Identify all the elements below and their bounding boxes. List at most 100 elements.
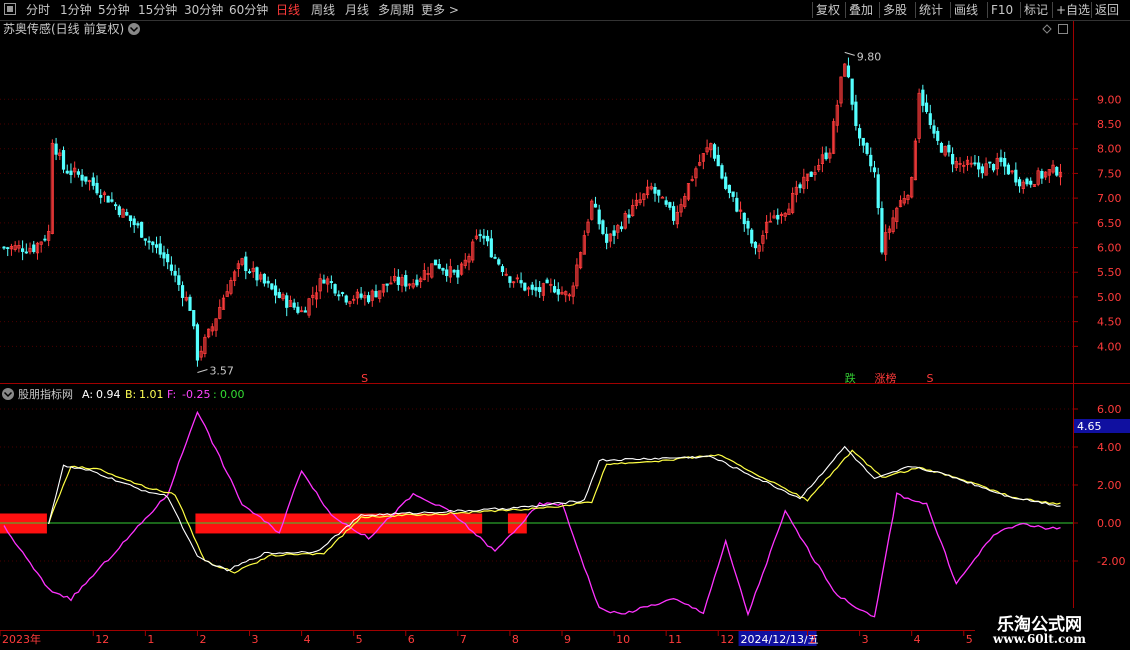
- title-dropdown-icon[interactable]: [128, 23, 140, 35]
- candle-body: [489, 238, 493, 258]
- candle-body: [106, 195, 110, 203]
- time-axis: 2023年 12 1 2 3 4 5 6 7 8 9 10 11 12 2024/12/13/五2 3 4 5: [0, 631, 973, 646]
- candle-body: [433, 259, 438, 266]
- candle-body: [846, 65, 851, 78]
- indicator-tick-label: 6.00: [1097, 403, 1122, 416]
- candle-body: [452, 269, 456, 273]
- b-label: B:: [125, 388, 136, 401]
- candle-body: [20, 248, 25, 252]
- crosshair-value-box: 4.65: [1074, 419, 1130, 433]
- candle-body: [1006, 164, 1011, 175]
- candle-body: [478, 234, 482, 236]
- candle-body: [296, 306, 300, 313]
- candle-body: [988, 161, 992, 164]
- candle-body: [485, 235, 490, 242]
- candle-body: [61, 150, 66, 170]
- candle-body: [731, 191, 735, 197]
- price-tick-label: 6.50: [1097, 217, 1122, 230]
- candle-body: [169, 264, 173, 271]
- candle-body: [991, 164, 996, 171]
- candle-body: [672, 206, 676, 221]
- price-tick-label: 5.00: [1097, 291, 1122, 304]
- candle-body: [2, 246, 6, 249]
- candle-body: [850, 78, 854, 105]
- candle-body: [657, 189, 661, 196]
- candle-body: [162, 252, 166, 259]
- candle-body: [456, 269, 460, 278]
- candle-body: [1017, 179, 1022, 187]
- candle-body: [861, 137, 865, 146]
- candle-body: [627, 214, 631, 218]
- candle-body: [534, 287, 538, 291]
- candle-body: [195, 324, 200, 361]
- panel-max-icon[interactable]: [1058, 24, 1068, 34]
- candle-body: [482, 235, 486, 239]
- candle-body: [322, 279, 326, 284]
- time-tick-label: 2: [810, 633, 817, 646]
- candle-body: [262, 273, 267, 284]
- candle-body: [76, 171, 80, 175]
- price-tick-label: 9.00: [1097, 93, 1122, 106]
- kline-chart[interactable]: 苏奥传感(日线 前复权) 9.00 8.50 8.00 7.50 7.00 6.50 6.0…: [0, 0, 1130, 650]
- watermark: 乐淘公式网 www.60lt.com: [975, 608, 1130, 650]
- time-tick-label: 5: [356, 633, 363, 646]
- candle-body: [303, 310, 307, 313]
- price-grid: [0, 98, 1073, 347]
- candle-body: [270, 283, 274, 290]
- candle-body: [921, 89, 925, 106]
- candle-body: [173, 270, 177, 276]
- price-tick-label: 4.50: [1097, 316, 1122, 329]
- candle-body: [117, 206, 121, 216]
- candle-body: [497, 259, 501, 265]
- candle-body: [43, 238, 47, 241]
- candle-body: [552, 286, 557, 293]
- f-line: [3, 410, 1061, 618]
- price-axis: 9.00 8.50 8.00 7.50 7.00 6.50 6.00 5.50 5.00 4.50…: [1073, 93, 1122, 353]
- candle-body: [333, 284, 337, 294]
- candle-body: [750, 229, 754, 244]
- candle-body: [545, 279, 549, 284]
- candle-body: [556, 289, 560, 295]
- candle-body: [114, 204, 118, 207]
- candle-body: [329, 281, 333, 283]
- time-tick-label: 4: [914, 633, 921, 646]
- candle-body: [508, 276, 512, 283]
- indicator-dropdown-icon[interactable]: [2, 388, 14, 400]
- candle-body: [340, 292, 345, 294]
- time-tick-label: 12: [95, 633, 109, 646]
- candle-body: [742, 212, 746, 225]
- candle-body: [727, 184, 732, 194]
- candle-body: [720, 165, 724, 179]
- time-tick-label: 4: [304, 633, 311, 646]
- candle-body: [65, 170, 69, 174]
- candle-body: [612, 230, 616, 236]
- candle-body: [266, 280, 270, 284]
- candle-body: [80, 174, 84, 181]
- price-tick-label: 4.00: [1097, 340, 1122, 353]
- candle-body: [753, 241, 758, 249]
- time-tick-label: 10: [616, 633, 630, 646]
- candle-body: [1029, 180, 1033, 185]
- b-line: [48, 449, 1061, 574]
- candle-body: [132, 218, 136, 226]
- time-tick-label: 3: [862, 633, 869, 646]
- signal-marker: 涨榜: [874, 371, 896, 385]
- time-tick-label: 9: [564, 633, 571, 646]
- candle-body: [500, 266, 505, 273]
- diamond-icon[interactable]: [1042, 24, 1052, 34]
- candle-body: [735, 197, 739, 212]
- candle-body: [404, 274, 408, 287]
- candle-body: [99, 195, 103, 198]
- candle-body: [746, 220, 750, 229]
- price-tick-label: 5.50: [1097, 266, 1122, 279]
- candle-body: [523, 282, 527, 291]
- candle-body: [177, 275, 181, 285]
- candle-body: [154, 244, 159, 248]
- high-annotation: 9.80: [844, 50, 881, 63]
- crosshair-value: 4.65: [1077, 420, 1102, 433]
- candle-body: [255, 267, 259, 281]
- indicator-tick-label: -2.00: [1097, 555, 1125, 568]
- candle-body: [151, 241, 155, 246]
- time-tick-label: 8: [512, 633, 519, 646]
- time-cursor-label: 2024/12/13/五: [741, 633, 819, 646]
